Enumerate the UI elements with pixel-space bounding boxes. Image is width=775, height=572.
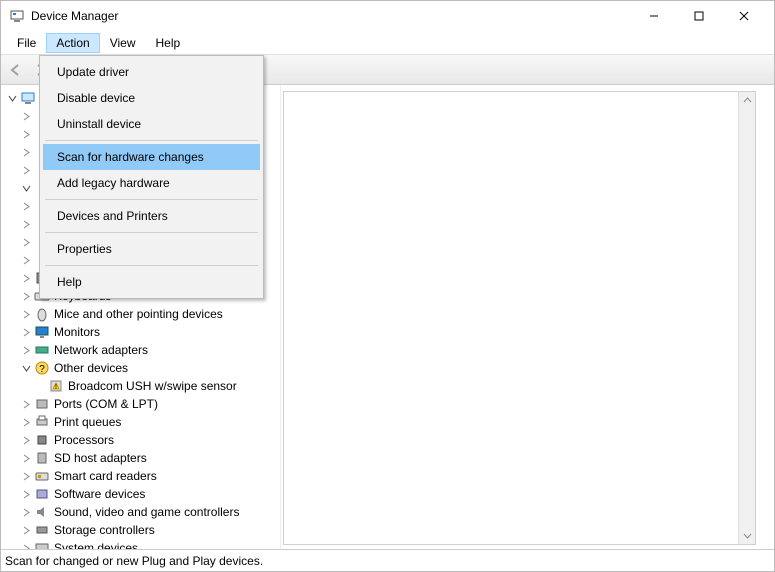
scrollbar-vertical[interactable]: [738, 92, 755, 544]
titlebar: Device Manager: [1, 1, 774, 31]
svg-text:!: !: [55, 384, 57, 391]
menu-file[interactable]: File: [7, 33, 46, 53]
tree-item-system[interactable]: System devices: [15, 539, 280, 549]
device-manager-window: Device Manager File Action View Help: [0, 0, 775, 572]
menu-view[interactable]: View: [100, 33, 146, 53]
chevron-right-icon[interactable]: [19, 271, 33, 285]
tree-item-print-queues[interactable]: Print queues: [15, 413, 280, 431]
statusbar-text: Scan for changed or new Plug and Play de…: [5, 554, 263, 568]
tree-item-sound[interactable]: Sound, video and game controllers: [15, 503, 280, 521]
chevron-right-icon[interactable]: [19, 127, 33, 141]
tree-item-mice[interactable]: Mice and other pointing devices: [15, 305, 280, 323]
menu-update-driver[interactable]: Update driver: [43, 59, 260, 85]
chevron-right-icon[interactable]: [19, 217, 33, 231]
computer-icon: [20, 90, 36, 106]
monitor-icon: [34, 324, 50, 340]
close-button[interactable]: [721, 1, 766, 31]
menu-scan-hardware-changes[interactable]: Scan for hardware changes: [43, 144, 260, 170]
tree-item-storage[interactable]: Storage controllers: [15, 521, 280, 539]
mouse-icon: [34, 306, 50, 322]
chevron-down-icon[interactable]: [5, 91, 19, 105]
tree-item-software[interactable]: Software devices: [15, 485, 280, 503]
chevron-right-icon[interactable]: [19, 541, 33, 549]
tree-item-processors[interactable]: Processors: [15, 431, 280, 449]
menu-separator: [45, 232, 258, 233]
chevron-right-icon[interactable]: [19, 397, 33, 411]
menubar: File Action View Help: [1, 31, 774, 55]
minimize-button[interactable]: [631, 1, 676, 31]
tree-item-broadcom-ush[interactable]: !Broadcom USH w/swipe sensor: [43, 377, 280, 395]
chevron-right-icon[interactable]: [19, 469, 33, 483]
chevron-right-icon[interactable]: [19, 235, 33, 249]
network-icon: [34, 342, 50, 358]
software-icon: [34, 486, 50, 502]
menu-action[interactable]: Action: [46, 33, 99, 53]
tree-item-other-devices[interactable]: ?Other devices: [15, 359, 280, 377]
menu-help-item[interactable]: Help: [43, 269, 260, 295]
chevron-right-icon[interactable]: [19, 109, 33, 123]
scroll-down-icon[interactable]: [739, 527, 755, 544]
menu-separator: [45, 265, 258, 266]
scroll-up-icon[interactable]: [739, 92, 755, 109]
tree-item-sd-host[interactable]: SD host adapters: [15, 449, 280, 467]
menu-separator: [45, 199, 258, 200]
tree-item-smartcard[interactable]: Smart card readers: [15, 467, 280, 485]
chevron-right-icon[interactable]: [19, 505, 33, 519]
chevron-right-icon[interactable]: [19, 163, 33, 177]
window-controls: [631, 1, 766, 31]
chevron-right-icon[interactable]: [19, 325, 33, 339]
sound-icon: [34, 504, 50, 520]
chevron-right-icon[interactable]: [19, 145, 33, 159]
chevron-right-icon[interactable]: [19, 343, 33, 357]
chevron-right-icon[interactable]: [19, 487, 33, 501]
menu-devices-printers[interactable]: Devices and Printers: [43, 203, 260, 229]
menu-help[interactable]: Help: [146, 33, 191, 53]
question-icon: ?: [34, 360, 50, 376]
maximize-button[interactable]: [676, 1, 721, 31]
chevron-down-icon[interactable]: [19, 361, 33, 375]
tree-item-ports[interactable]: Ports (COM & LPT): [15, 395, 280, 413]
chevron-right-icon[interactable]: [19, 199, 33, 213]
content-panel: [283, 91, 756, 545]
app-icon: [9, 8, 25, 24]
chevron-right-icon[interactable]: [19, 307, 33, 321]
tree-item-network[interactable]: Network adapters: [15, 341, 280, 359]
warning-icon: !: [48, 378, 64, 394]
port-icon: [34, 396, 50, 412]
sd-icon: [34, 450, 50, 466]
chevron-down-icon[interactable]: [19, 181, 33, 195]
printer-icon: [34, 414, 50, 430]
chevron-right-icon[interactable]: [19, 289, 33, 303]
svg-text:?: ?: [39, 364, 45, 375]
storage-icon: [34, 522, 50, 538]
cpu-icon: [34, 432, 50, 448]
chevron-right-icon[interactable]: [19, 415, 33, 429]
chevron-right-icon[interactable]: [19, 253, 33, 267]
chevron-right-icon[interactable]: [19, 523, 33, 537]
menu-add-legacy-hardware[interactable]: Add legacy hardware: [43, 170, 260, 196]
menu-disable-device[interactable]: Disable device: [43, 85, 260, 111]
statusbar: Scan for changed or new Plug and Play de…: [1, 549, 774, 571]
system-icon: [34, 540, 50, 549]
window-title: Device Manager: [31, 9, 631, 23]
chevron-right-icon[interactable]: [19, 433, 33, 447]
menu-uninstall-device[interactable]: Uninstall device: [43, 111, 260, 137]
back-button[interactable]: [5, 59, 27, 81]
smartcard-icon: [34, 468, 50, 484]
chevron-right-icon[interactable]: [19, 451, 33, 465]
action-menu-dropdown: Update driver Disable device Uninstall d…: [39, 55, 264, 299]
menu-separator: [45, 140, 258, 141]
tree-item-monitors[interactable]: Monitors: [15, 323, 280, 341]
menu-properties[interactable]: Properties: [43, 236, 260, 262]
